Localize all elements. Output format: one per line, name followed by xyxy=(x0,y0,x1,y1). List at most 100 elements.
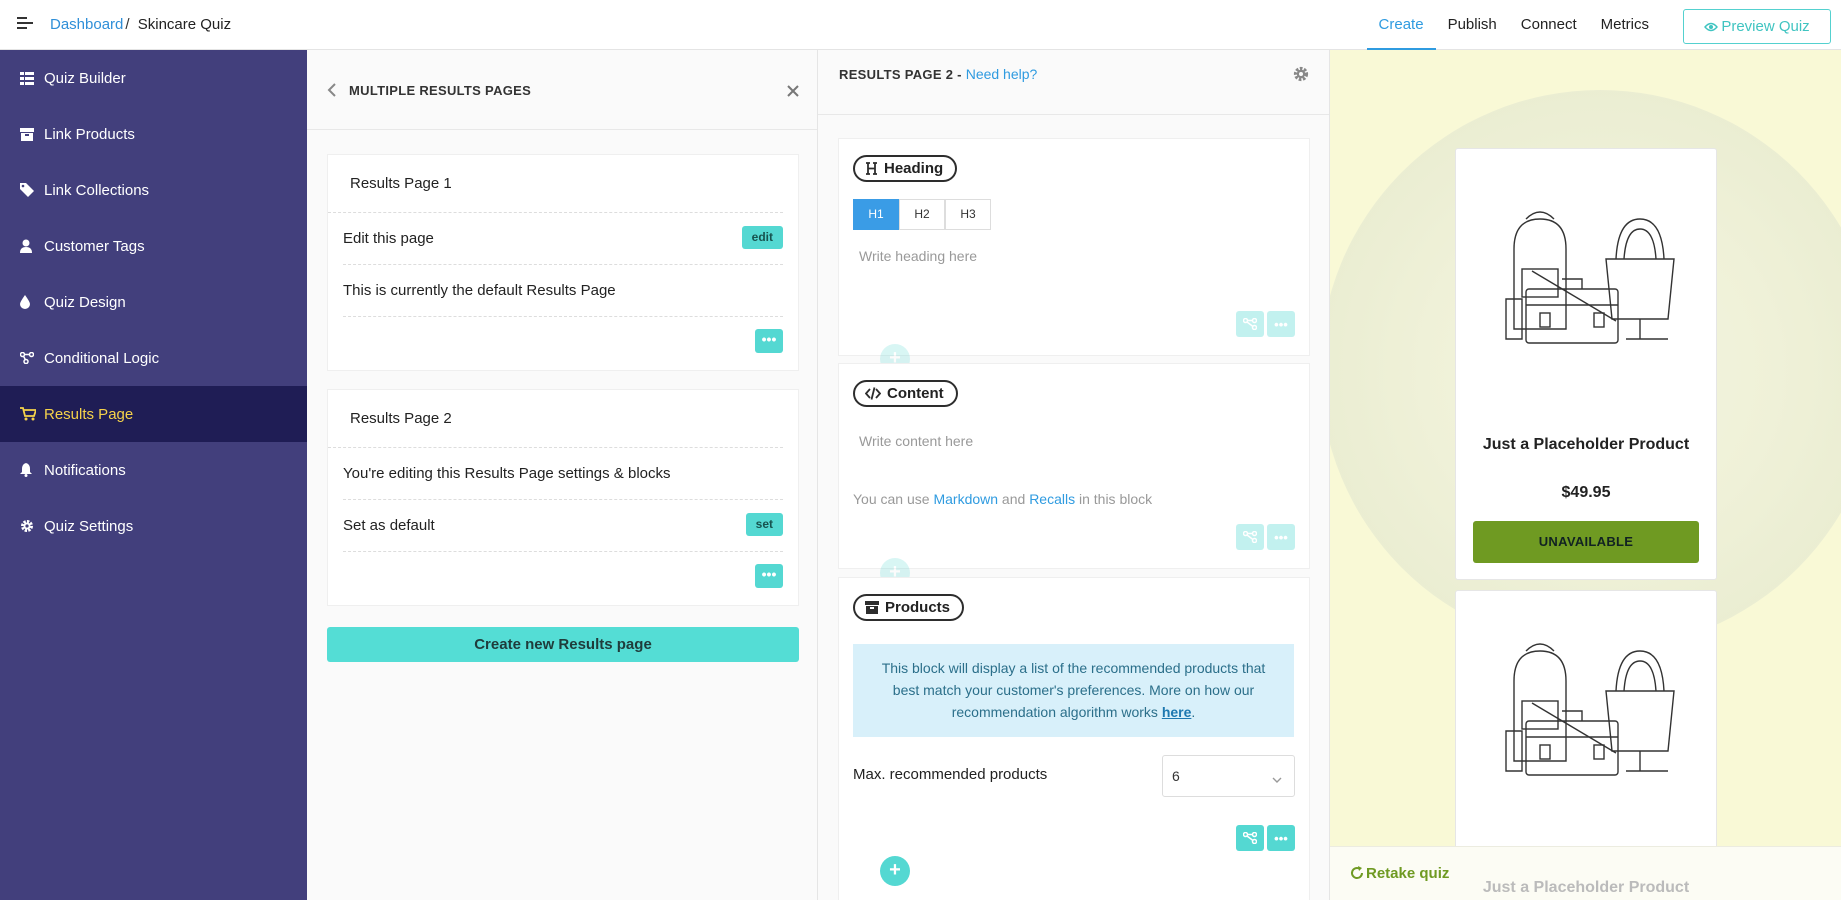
product-card: Just a Placeholder Product $49.95 UNAVAI… xyxy=(1455,148,1717,580)
info-end: . xyxy=(1191,704,1196,720)
gear-icon[interactable] xyxy=(1293,66,1309,86)
results-page-card: Results Page 1 Edit this page edit This … xyxy=(327,154,799,371)
results-page-card: Results Page 2 You're editing this Resul… xyxy=(327,389,799,606)
heading-label-text: Heading xyxy=(884,160,944,177)
sidebar-item-conditional-logic[interactable]: Conditional Logic xyxy=(0,330,307,386)
sidebar-item-quiz-builder[interactable]: Quiz Builder xyxy=(0,50,307,106)
row-text: Edit this page xyxy=(343,230,434,247)
sidebar-item-customer-tags[interactable]: Customer Tags xyxy=(0,218,307,274)
sidebar-item-results-page[interactable]: Results Page xyxy=(0,386,307,442)
products-label-text: Products xyxy=(885,599,951,616)
more-options-button[interactable]: ••• xyxy=(755,329,783,353)
heading-level-h3[interactable]: H3 xyxy=(945,199,991,230)
markdown-link[interactable]: Markdown xyxy=(933,491,998,507)
results-page-row: Set as default set xyxy=(343,500,783,552)
close-icon[interactable] xyxy=(787,80,799,103)
breadcrumb: Dashboard / Skincare Quiz xyxy=(50,16,231,33)
heading-level-h1[interactable]: H1 xyxy=(853,199,899,230)
add-block-button[interactable]: + xyxy=(880,856,910,886)
chevron-left-icon[interactable] xyxy=(327,82,337,103)
more-options-button[interactable]: ••• xyxy=(1267,524,1295,550)
editor-title: RESULTS PAGE 2 - Need help? xyxy=(839,66,1037,82)
heading-level-h2[interactable]: H2 xyxy=(899,199,945,230)
panel-title: MULTIPLE RESULTS PAGES xyxy=(349,83,532,98)
need-help-link[interactable]: Need help? xyxy=(966,66,1038,82)
sidebar-item-label: Quiz Design xyxy=(44,293,126,311)
branch-icon xyxy=(1243,832,1257,844)
row-text: Set as default xyxy=(343,517,435,534)
breadcrumb-separator: / xyxy=(125,16,130,33)
edit-button[interactable]: edit xyxy=(741,226,783,249)
more-options-button[interactable]: ••• xyxy=(1267,825,1295,851)
retake-quiz-link[interactable]: Retake quiz xyxy=(1350,865,1449,882)
products-block[interactable]: Products This block will display a list … xyxy=(838,577,1310,900)
block-actions: ••• xyxy=(1236,311,1295,337)
sidebar-item-label: Link Collections xyxy=(44,181,150,199)
sidebar-item-link-products[interactable]: Link Products xyxy=(0,106,307,162)
branch-icon xyxy=(1243,531,1257,543)
hint-text: You can use xyxy=(853,491,934,507)
logic-button[interactable] xyxy=(1236,311,1264,337)
more-options-button[interactable]: ••• xyxy=(1267,311,1295,337)
nav-tab-publish[interactable]: Publish xyxy=(1436,0,1509,50)
sidebar-item-label: Results Page xyxy=(44,405,134,423)
results-page-row: You're editing this Results Page setting… xyxy=(343,448,783,500)
preview-quiz-button[interactable]: Preview Quiz xyxy=(1683,9,1831,44)
results-page-footer: ••• xyxy=(343,552,783,604)
product-image xyxy=(1505,211,1675,344)
heading-input[interactable]: Write heading here xyxy=(859,248,977,264)
top-bar: Dashboard / Skincare Quiz Create Publish … xyxy=(0,0,1841,50)
sidebar: Quiz Builder Link Products Link Collecti… xyxy=(0,50,307,900)
hint-text: in this block xyxy=(1075,491,1153,507)
unavailable-button[interactable]: UNAVAILABLE xyxy=(1473,521,1699,563)
product-name: Just a Placeholder Product xyxy=(1482,879,1690,896)
recalls-link[interactable]: Recalls xyxy=(1029,491,1075,507)
sidebar-item-label: Quiz Settings xyxy=(44,517,134,535)
sidebar-item-label: Conditional Logic xyxy=(44,349,160,367)
menu-toggle-icon[interactable] xyxy=(17,17,33,31)
max-products-label: Max. recommended products xyxy=(853,766,1048,783)
row-text: This is currently the default Results Pa… xyxy=(343,282,616,299)
sidebar-item-notifications[interactable]: Notifications xyxy=(0,442,307,498)
gear-icon xyxy=(20,519,40,533)
create-results-page-button[interactable]: Create new Results page xyxy=(327,627,799,662)
content-block[interactable]: Content Write content here You can use M… xyxy=(838,363,1310,569)
cart-icon xyxy=(20,407,40,421)
more-options-button[interactable]: ••• xyxy=(755,564,783,588)
results-page-title: Results Page 2 xyxy=(328,390,783,448)
sidebar-item-link-collections[interactable]: Link Collections xyxy=(0,162,307,218)
hint-text: and xyxy=(998,491,1030,507)
algorithm-here-link[interactable]: here xyxy=(1162,704,1192,720)
row-text: You're editing this Results Page setting… xyxy=(343,465,671,482)
logic-button[interactable] xyxy=(1236,524,1264,550)
heading-block[interactable]: Heading H1 H2 H3 Write heading here ••• xyxy=(838,138,1310,356)
bell-icon xyxy=(20,463,40,477)
sidebar-item-quiz-settings[interactable]: Quiz Settings xyxy=(0,498,307,554)
branch-icon xyxy=(1243,318,1257,330)
panel-header: MULTIPLE RESULTS PAGES xyxy=(307,50,817,130)
code-icon xyxy=(865,387,881,400)
nav-tab-connect[interactable]: Connect xyxy=(1509,0,1589,50)
logic-button[interactable] xyxy=(1236,825,1264,851)
nav-tab-create[interactable]: Create xyxy=(1366,0,1436,50)
box-icon xyxy=(865,601,879,614)
max-products-value: 6 xyxy=(1172,768,1180,784)
content-input[interactable]: Write content here xyxy=(859,433,973,449)
content-block-label: Content xyxy=(853,380,958,407)
breadcrumb-current: Skincare Quiz xyxy=(137,16,232,33)
product-image xyxy=(1505,643,1675,776)
breadcrumb-dashboard-link[interactable]: Dashboard xyxy=(50,16,123,33)
set-default-button[interactable]: set xyxy=(745,513,783,536)
chevron-down-icon xyxy=(1272,756,1282,800)
nav-tab-metrics[interactable]: Metrics xyxy=(1589,0,1661,50)
tag-icon xyxy=(20,183,40,197)
max-products-select[interactable]: 6 xyxy=(1162,755,1295,797)
preview-quiz-label: Preview Quiz xyxy=(1721,18,1810,35)
sidebar-item-label: Notifications xyxy=(44,461,126,479)
products-block-label: Products xyxy=(853,594,965,621)
top-nav: Create Publish Connect Metrics xyxy=(1366,0,1661,50)
sidebar-item-label: Link Products xyxy=(44,125,135,143)
products-info-box: This block will display a list of the re… xyxy=(853,644,1294,737)
sidebar-item-quiz-design[interactable]: Quiz Design xyxy=(0,274,307,330)
results-pages-panel: MULTIPLE RESULTS PAGES Results Page 1 Ed… xyxy=(307,50,818,900)
